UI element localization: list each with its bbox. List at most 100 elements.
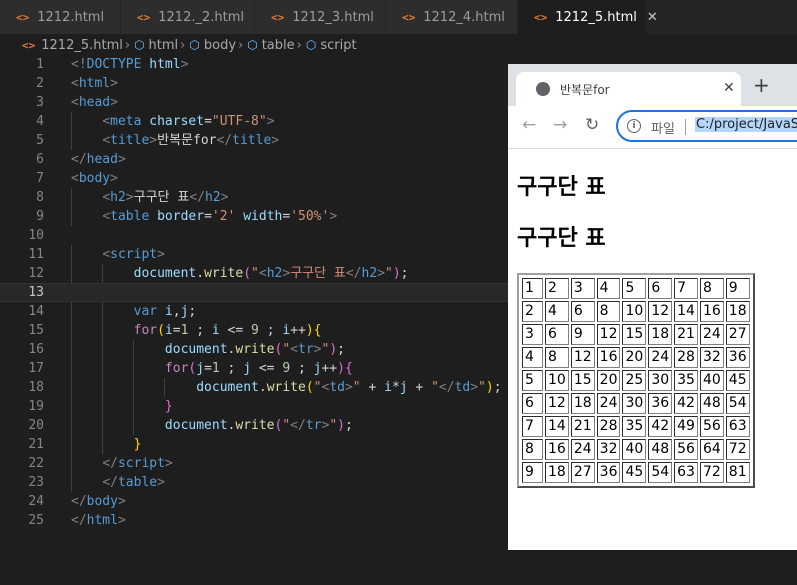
back-arrow-icon[interactable]: ← [522,117,536,134]
code-token: ++ [321,361,338,376]
line-number: 10 [28,228,44,243]
editor-tab[interactable]: <> 1212_4.html [386,0,518,34]
code-token: meta [110,114,142,129]
line-number: 7 [36,171,44,186]
editor-tab[interactable]: <> 1212.html [0,0,121,34]
editor-tab[interactable]: <> 1212._2.html [121,0,255,34]
code-token: j [243,361,252,376]
editor-tab[interactable]: <> 1212_3.html [255,0,386,34]
chevron-right-icon: › [238,37,244,53]
table-cell: 4 [522,347,543,368]
line-number: 20 [28,418,44,433]
table-cell: 8 [545,347,569,368]
breadcrumb-item[interactable]: html [149,38,179,53]
code-token: write [235,342,275,357]
breadcrumb-item[interactable]: body [204,38,236,53]
url-text[interactable]: C:/project/JavaScript [695,117,797,132]
line-number: 17 [28,361,44,376]
table-cell: 24 [648,347,673,368]
table-cell: 56 [674,439,698,460]
code-token: > [470,380,479,395]
table-cell: 54 [648,462,673,483]
code-token: > [377,266,385,281]
code-token: = [204,361,212,376]
table-cell: 12 [545,393,569,414]
code-token: script [110,247,158,262]
code-text: <head> [71,93,118,112]
code-token: } [133,437,142,452]
table-cell: 15 [622,324,647,345]
code-token: > [125,190,134,205]
code-token: </ [345,266,362,281]
code-token: '50%' [290,209,330,224]
table-cell: 4 [596,278,621,299]
browser-tab-title: 반복문for [560,83,610,97]
table-cell: 18 [725,301,750,322]
table-cell: 72 [725,439,750,460]
table-cell: 2 [522,301,543,322]
code-token: document [164,418,228,433]
code-token: < [102,190,111,205]
code-token: < [71,76,79,91]
breadcrumb-item[interactable]: table [262,38,295,53]
code-text: document.write("<td>" + i*j + "</td>"); [71,378,501,397]
code-text: </body> [71,492,126,511]
close-icon[interactable]: ✕ [723,80,735,96]
table-cell: 18 [570,393,595,414]
code-token: = [282,209,291,224]
table-cell: 8 [522,439,543,460]
page-heading: 구구단 표 [517,175,606,200]
table-cell: 30 [622,393,647,414]
table-cell: 12 [570,347,595,368]
code-text: <script> [71,245,165,264]
code-token: head [86,152,118,167]
reload-icon[interactable]: ↻ [585,117,599,134]
code-token: . [258,380,267,395]
info-icon[interactable]: i [627,119,641,133]
line-number: 21 [28,437,44,452]
close-icon[interactable]: ✕ [647,10,658,25]
new-tab-button[interactable]: + [753,75,770,95]
code-token: ) [337,418,345,433]
table-cell: 21 [570,416,595,437]
code-token: ) [485,380,494,395]
code-token: i [282,323,291,338]
code-token: < [102,209,111,224]
table-cell: 4 [545,301,569,322]
code-token: title [232,133,272,148]
breadcrumb-item[interactable]: script [320,38,356,53]
code-token: "UTF-8" [211,114,267,129]
table-cell: 14 [674,301,698,322]
table-cell: 8 [699,278,724,299]
table-cell: 18 [545,462,569,483]
code-token: tr [298,342,314,357]
table-row: 6 12 18 24 30 36 42 48 54 [522,393,750,414]
code-token: ; [188,304,197,319]
code-token: , [172,304,181,319]
code-token: { [344,361,353,376]
chevron-right-icon: › [180,37,186,53]
code-text: <!DOCTYPE html> [71,55,188,74]
code-token: ; [344,418,353,433]
line-number: 5 [36,133,44,148]
code-token: document [133,266,197,281]
html-file-icon: <> [534,10,548,24]
table-cell: 24 [699,324,724,345]
table-cell: 35 [622,416,647,437]
code-token: write [266,380,306,395]
table-cell: 6 [570,301,595,322]
address-bar[interactable]: i 파일 C:/project/JavaScript [616,110,797,142]
forward-arrow-icon[interactable]: → [553,117,567,134]
code-token: > [271,133,280,148]
code-token: > [110,95,118,110]
breadcrumb-item[interactable]: 1212_5.html [41,38,123,53]
code-token: i [384,380,392,395]
code-text: <meta charset="UTF-8"> [71,112,274,131]
browser-tab[interactable]: 반복문for ✕ [516,72,741,106]
code-token: </ [71,494,87,509]
line-number: 1 [36,57,44,72]
editor-tab[interactable]: <> 1212_5.html ✕ [518,0,658,34]
